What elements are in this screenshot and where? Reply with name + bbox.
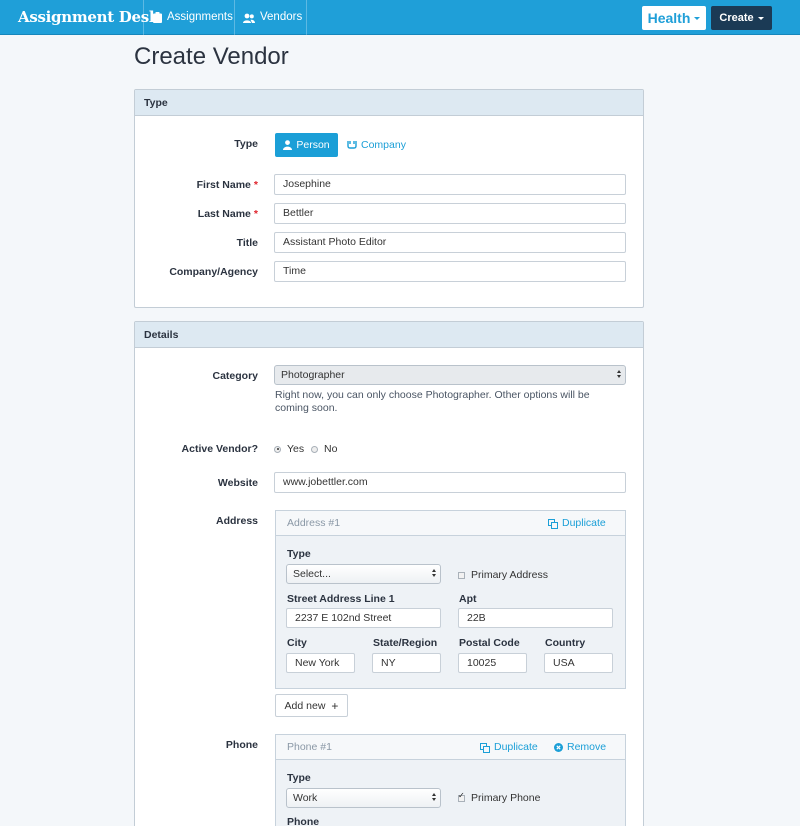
radio-checked-icon xyxy=(274,445,281,453)
phone-type-select[interactable]: Work xyxy=(286,788,441,808)
address-type-select[interactable]: Select... xyxy=(286,564,441,584)
last-name-input[interactable]: Bettler xyxy=(274,203,626,224)
select-arrows-icon xyxy=(432,569,436,577)
building-icon xyxy=(347,141,357,149)
active-yes-radio[interactable]: Yes xyxy=(274,443,304,455)
category-help-text: Right now, you can only choose Photograp… xyxy=(275,389,590,414)
address-label: Address xyxy=(215,515,258,527)
category-label: Category xyxy=(212,370,258,382)
phone-type-label: Type xyxy=(287,772,311,784)
primary-phone-label: Primary Phone xyxy=(471,792,541,804)
city-label: City xyxy=(287,637,307,649)
active-vendor-label: Active Vendor? xyxy=(181,443,258,455)
checkbox-checked-icon xyxy=(458,791,465,802)
person-toggle-button[interactable]: Person xyxy=(275,133,338,157)
address-type-value: Select... xyxy=(293,568,331,580)
caret-down-icon xyxy=(694,16,701,20)
active-no-radio[interactable]: No xyxy=(311,443,337,455)
apt-input[interactable]: 22B xyxy=(458,608,613,628)
health-dropdown-button[interactable]: Health xyxy=(642,6,706,30)
address-type-label: Type xyxy=(287,548,311,560)
plus-icon: + xyxy=(331,698,339,713)
create-dropdown-button[interactable]: Create xyxy=(711,6,772,30)
phone-type-value: Work xyxy=(293,792,318,804)
type-panel-title: Type xyxy=(135,90,643,116)
street-label: Street Address Line 1 xyxy=(287,593,395,605)
add-new-label: Add new xyxy=(284,699,326,712)
nav-divider xyxy=(306,0,307,35)
phone-header-title: Phone #1 xyxy=(287,741,332,753)
required-asterisk: * xyxy=(253,179,258,191)
create-label: Create xyxy=(719,12,754,24)
phone-subpanel: Phone #1 Duplicate Remove xyxy=(275,734,626,826)
clipboard-icon xyxy=(153,12,162,23)
address-header: Address #1 Duplicate xyxy=(276,511,625,536)
copy-icon xyxy=(548,518,558,529)
select-arrows-icon xyxy=(432,793,436,801)
state-input[interactable]: NY xyxy=(372,653,441,673)
website-label: Website xyxy=(217,477,258,489)
first-name-label-text: First Name xyxy=(196,179,251,191)
phone-duplicate-link[interactable]: Duplicate xyxy=(480,735,538,760)
company-agency-input[interactable]: Time xyxy=(274,261,626,282)
users-icon xyxy=(243,13,255,23)
website-input[interactable]: www.jobettler.com xyxy=(274,472,626,493)
type-label: Type xyxy=(234,138,258,150)
active-no-label: No xyxy=(324,443,338,455)
last-name-label: Last Name * xyxy=(198,208,258,220)
top-navbar: Assignment Desk Assignments Vendors Heal… xyxy=(0,0,800,35)
postal-code-label: Postal Code xyxy=(459,637,520,649)
category-select[interactable]: Photographer xyxy=(274,365,626,385)
address-duplicate-link[interactable]: Duplicate xyxy=(548,511,606,536)
details-panel-title: Details xyxy=(135,322,643,348)
nav-vendors-label: Vendors xyxy=(260,11,303,23)
phone-header: Phone #1 Duplicate Remove xyxy=(276,735,625,760)
remove-circle-icon xyxy=(554,743,563,752)
person-icon xyxy=(283,140,293,150)
category-value: Photographer xyxy=(281,369,345,381)
checkbox-unchecked-icon xyxy=(458,571,465,579)
phone-duplicate-label: Duplicate xyxy=(494,741,538,753)
country-label: Country xyxy=(545,637,586,649)
phone-remove-link[interactable]: Remove xyxy=(554,735,606,760)
postal-code-input[interactable]: 10025 xyxy=(458,653,527,673)
title-input[interactable]: Assistant Photo Editor xyxy=(274,232,626,253)
first-name-input[interactable]: Josephine xyxy=(274,174,626,195)
company-agency-label: Company/Agency xyxy=(169,266,258,278)
nav-vendors-link[interactable]: Vendors xyxy=(243,0,302,35)
copy-icon xyxy=(480,742,490,753)
country-input[interactable]: USA xyxy=(544,653,613,673)
radio-unchecked-icon xyxy=(311,445,318,453)
nav-assignments-link[interactable]: Assignments xyxy=(153,0,233,35)
phone-number-label: Phone xyxy=(287,816,320,826)
person-label: Person xyxy=(296,139,330,151)
first-name-label: First Name * xyxy=(197,179,258,191)
primary-phone-checkbox[interactable]: Primary Phone xyxy=(458,791,541,804)
street-input[interactable]: 2237 E 102nd Street xyxy=(286,608,441,628)
page-title: Create Vendor xyxy=(134,43,289,70)
nav-divider xyxy=(143,0,144,35)
city-input[interactable]: New York xyxy=(286,653,355,673)
caret-down-icon xyxy=(757,16,764,20)
address-header-title: Address #1 xyxy=(287,517,341,529)
company-toggle-button[interactable]: Company xyxy=(347,133,406,157)
health-label: Health xyxy=(647,10,691,26)
state-label: State/Region xyxy=(373,637,438,649)
primary-address-label: Primary Address xyxy=(471,569,549,581)
last-name-label-text: Last Name xyxy=(197,208,251,220)
brand-logo[interactable]: Assignment Desk xyxy=(18,8,159,26)
active-yes-label: Yes xyxy=(287,443,305,455)
company-label: Company xyxy=(361,139,406,151)
select-arrows-icon xyxy=(617,370,621,378)
apt-label: Apt xyxy=(459,593,477,605)
primary-address-checkbox[interactable]: Primary Address xyxy=(458,569,548,581)
required-asterisk: * xyxy=(253,208,258,220)
add-new-address-button[interactable]: Add new + xyxy=(275,694,348,717)
address-duplicate-label: Duplicate xyxy=(562,517,606,529)
nav-assignments-label: Assignments xyxy=(167,11,233,23)
phone-remove-label: Remove xyxy=(567,741,607,753)
title-label: Title xyxy=(236,237,258,249)
phone-label: Phone xyxy=(225,739,258,751)
nav-divider xyxy=(234,0,235,35)
